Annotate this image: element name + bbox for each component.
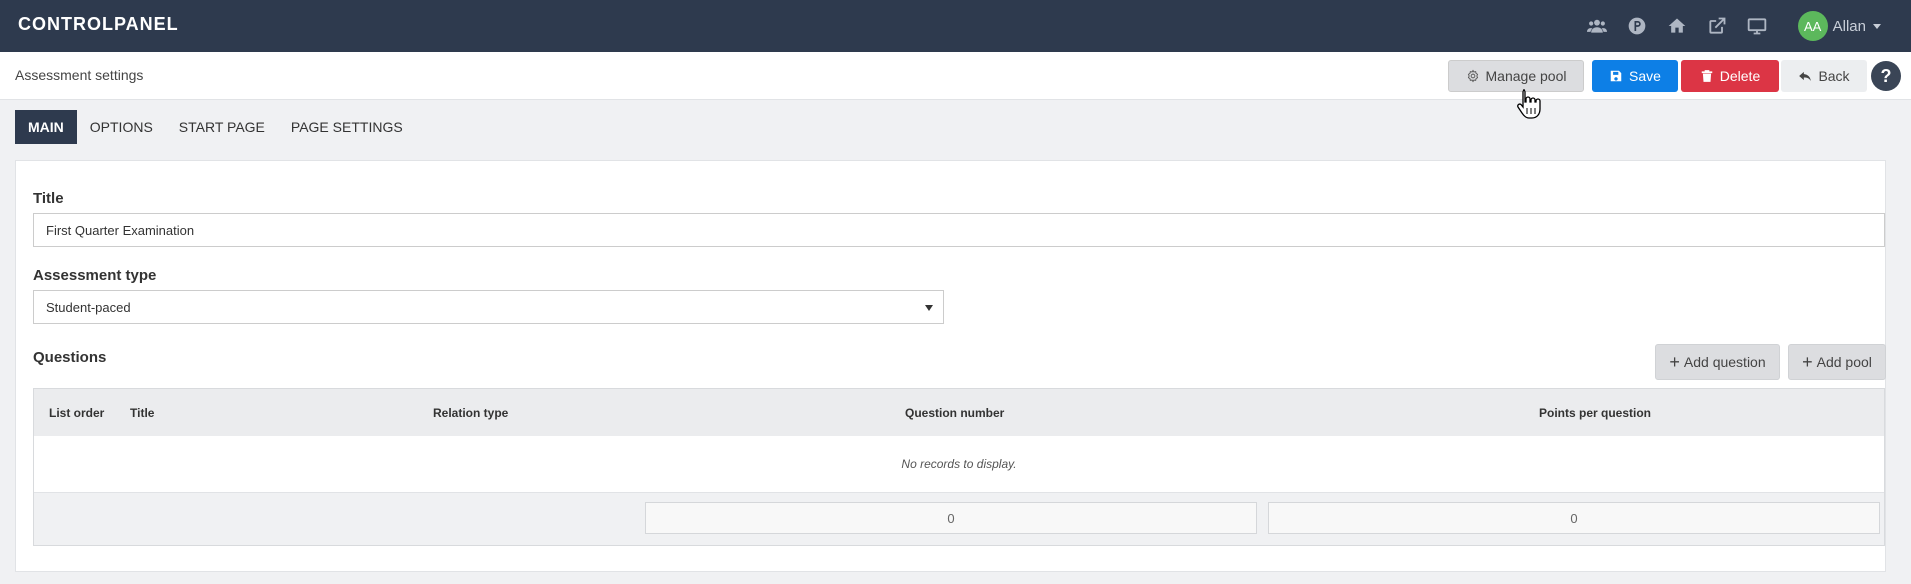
brand-logo[interactable]: CONTROLPANEL (18, 14, 179, 35)
main-form-card: Title First Quarter Examination Assessme… (15, 160, 1886, 572)
add-pool-label: Add pool (1816, 354, 1872, 370)
page-title: Assessment settings (15, 67, 144, 83)
avatar: AA (1797, 11, 1828, 41)
column-points-per-question[interactable]: Points per question (1539, 406, 1651, 420)
delete-button[interactable]: Delete (1681, 60, 1779, 92)
parking-icon[interactable] (1626, 15, 1648, 37)
grid-footer: 0 0 (34, 492, 1884, 545)
back-label: Back (1818, 68, 1850, 84)
assessment-type-label: Assessment type (33, 267, 157, 284)
back-button[interactable]: Back (1781, 60, 1867, 92)
add-question-label: Add question (1683, 354, 1766, 370)
grid-header: List order Title Relation type Question … (34, 389, 1884, 436)
save-label: Save (1629, 68, 1661, 84)
monitor-icon[interactable] (1746, 15, 1768, 37)
external-link-icon[interactable] (1706, 15, 1728, 37)
top-navbar: CONTROLPANEL AA Allan (0, 0, 1911, 52)
trash-icon (1701, 70, 1713, 82)
users-icon[interactable] (1586, 15, 1608, 37)
delete-label: Delete (1719, 68, 1761, 84)
floppy-disk-icon (1610, 70, 1622, 82)
plus-icon: + (1669, 352, 1680, 372)
save-button[interactable]: Save (1592, 60, 1678, 92)
tab-main[interactable]: MAIN (15, 110, 77, 144)
tab-bar: MAIN OPTIONS START PAGE PAGE SETTINGS (15, 110, 416, 144)
column-question-number[interactable]: Question number (905, 406, 1004, 420)
assessment-type-select[interactable]: Student-paced (33, 290, 944, 324)
chevron-down-icon (1873, 23, 1881, 29)
add-question-button[interactable]: + Add question (1655, 344, 1780, 380)
reply-icon (1799, 71, 1812, 81)
add-pool-button[interactable]: + Add pool (1788, 344, 1886, 380)
chevron-down-icon (925, 305, 933, 311)
assessment-type-value: Student-paced (46, 299, 131, 315)
manage-pool-label: Manage pool (1485, 68, 1567, 84)
help-icon[interactable]: ? (1871, 61, 1901, 91)
points-per-question-total: 0 (1268, 502, 1880, 534)
question-number-total: 0 (645, 502, 1257, 534)
page-toolbar: Assessment settings Manage pool Save Del… (0, 52, 1911, 100)
user-name: Allan (1832, 17, 1866, 35)
top-icons: AA Allan (1568, 0, 1881, 52)
plus-icon: + (1802, 352, 1813, 372)
tab-page-settings[interactable]: PAGE SETTINGS (278, 110, 416, 144)
column-list-order[interactable]: List order (49, 406, 104, 420)
column-relation-type[interactable]: Relation type (433, 406, 508, 420)
questions-grid: List order Title Relation type Question … (33, 388, 1885, 546)
column-title[interactable]: Title (130, 406, 154, 420)
home-icon[interactable] (1666, 15, 1688, 37)
hand-cursor-icon (1517, 89, 1541, 119)
empty-state: No records to display. (34, 436, 1884, 492)
tab-options[interactable]: OPTIONS (77, 110, 166, 144)
user-menu[interactable]: AA Allan (1797, 11, 1881, 41)
title-field[interactable]: First Quarter Examination (33, 213, 1885, 247)
gear-icon (1467, 69, 1478, 83)
title-label: Title (33, 190, 64, 207)
tab-start-page[interactable]: START PAGE (166, 110, 278, 144)
questions-label: Questions (33, 349, 107, 366)
